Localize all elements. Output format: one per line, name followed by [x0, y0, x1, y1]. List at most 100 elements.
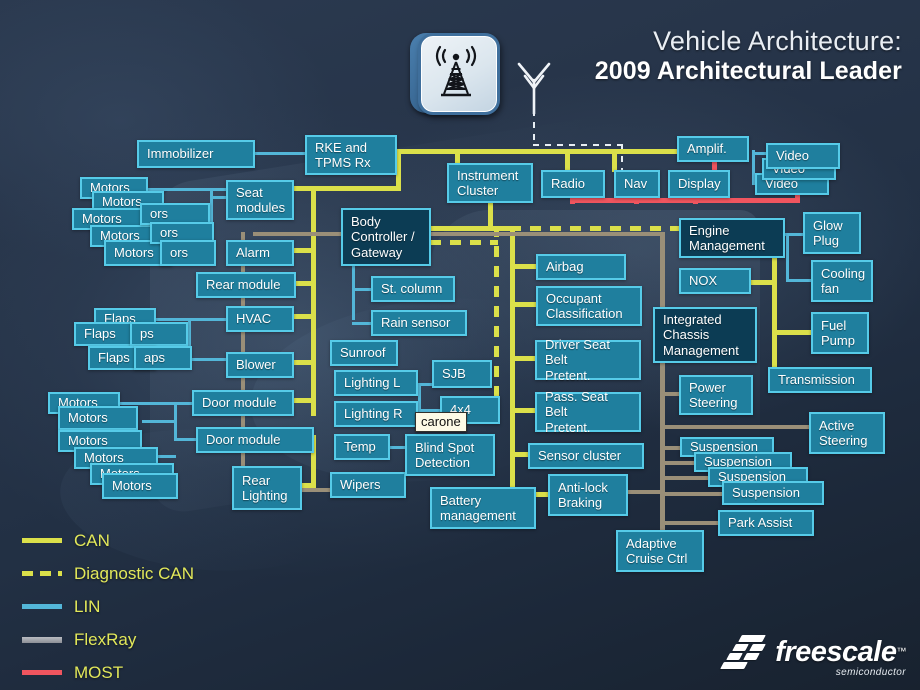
node-label: Motors — [68, 410, 108, 426]
motors-cluster-bottom-item[interactable]: Motors — [58, 406, 138, 430]
node-batterymgmt[interactable]: Battery management — [430, 487, 536, 529]
legend-lin-label: LIN — [74, 596, 101, 616]
node-label: Battery management — [440, 492, 516, 523]
node-passbelt[interactable]: Pass. Seat Belt Pretent. — [535, 389, 641, 435]
lin-engine-vert — [786, 233, 789, 281]
legend-can-label: CAN — [74, 530, 110, 550]
node-label: Motors — [112, 478, 152, 494]
node-label: aps — [144, 350, 165, 366]
node-sensorcluster[interactable]: Sensor cluster — [528, 443, 644, 469]
node-transmission[interactable]: Transmission — [768, 367, 872, 393]
flexray-vertical — [660, 232, 665, 562]
node-display[interactable]: Display — [668, 170, 730, 198]
node-susp1[interactable]: Suspension — [722, 481, 824, 505]
node-label: Cooling fan — [821, 265, 866, 296]
node-airbag[interactable]: Airbag — [536, 254, 626, 280]
node-temp[interactable]: Temp — [334, 434, 390, 460]
node-label: Rain sensor — [381, 315, 451, 331]
node-doormodule1[interactable]: Door module — [192, 390, 294, 416]
flexray-branch-active-steering — [660, 425, 812, 429]
lin-body-rainsensor — [352, 322, 372, 325]
node-amplif[interactable]: Amplif. — [677, 136, 749, 162]
node-instcluster[interactable]: Instrument Cluster — [447, 163, 533, 203]
node-sunroof[interactable]: Sunroof — [330, 340, 398, 366]
node-blindspot[interactable]: Blind Spot Detection — [405, 434, 495, 476]
node-label: Glow Plug — [813, 217, 843, 248]
node-bodyctrl[interactable]: Body Controller / Gateway — [341, 208, 431, 266]
node-occupant[interactable]: Occupant Classification — [536, 286, 642, 326]
node-nav[interactable]: Nav — [614, 170, 660, 198]
node-radio[interactable]: Radio — [541, 170, 605, 198]
flaps-cluster-item[interactable]: ps — [130, 322, 188, 346]
node-hvac[interactable]: HVAC — [226, 306, 294, 332]
node-immobilizer[interactable]: Immobilizer — [137, 140, 255, 168]
node-fuelpump[interactable]: Fuel Pump — [811, 312, 869, 354]
node-rearmodule[interactable]: Rear module — [196, 272, 296, 298]
node-label: RKE and TPMS Rx — [315, 139, 371, 170]
lin-temp-blindspot — [390, 446, 406, 449]
node-lightingl[interactable]: Lighting L — [334, 370, 418, 396]
node-label: Radio — [551, 176, 585, 192]
legend-flexray-label: FlexRay — [74, 629, 137, 649]
freescale-logo: freescale™ semiconductor — [720, 634, 907, 678]
node-driverbelt[interactable]: Driver Seat Belt Pretent. — [535, 337, 641, 383]
motors-cluster-top-item[interactable]: ors — [160, 240, 216, 266]
slide-canvas: Vehicle Architecture: 2009 Architectural… — [0, 0, 920, 690]
node-label: ps — [140, 326, 154, 342]
bus-legend: CAN Diagnostic CAN LIN FlexRay MOST — [22, 524, 194, 689]
node-rearlighting[interactable]: Rear Lighting — [232, 466, 302, 510]
node-label: Active Steering — [819, 417, 868, 448]
node-rke[interactable]: RKE and TPMS Rx — [305, 135, 397, 175]
node-adaptivecc[interactable]: Adaptive Cruise Ctrl — [616, 530, 704, 572]
node-rainsensor[interactable]: Rain sensor — [371, 310, 467, 336]
logo-tm: ™ — [896, 646, 907, 658]
node-label: Nav — [624, 176, 648, 192]
node-video1[interactable]: Video — [766, 143, 840, 169]
can-inst-cluster-drop — [488, 203, 493, 227]
node-label: Blower — [236, 357, 276, 373]
node-label: Flaps — [84, 326, 116, 342]
node-label: Anti-lock Braking — [558, 479, 608, 510]
node-coolingfan[interactable]: Cooling fan — [811, 260, 873, 302]
legend-flexray: FlexRay — [22, 623, 194, 656]
motors-cluster-bottom-item[interactable]: Motors — [102, 473, 178, 499]
node-wipers[interactable]: Wipers — [330, 472, 406, 498]
most-bus-trunk — [570, 198, 800, 203]
node-sjb[interactable]: SJB — [432, 360, 492, 388]
can-branch-driver-belt — [510, 356, 538, 361]
node-activesteer[interactable]: Active Steering — [809, 412, 885, 454]
node-stcolumn[interactable]: St. column — [371, 276, 455, 302]
flexray-branch-antilock — [628, 490, 662, 494]
node-label: Adaptive Cruise Ctrl — [626, 535, 688, 566]
node-label: Occupant Classification — [546, 290, 623, 321]
node-label: Door module — [206, 432, 281, 448]
node-label: Fuel Pump — [821, 317, 855, 348]
lin-engine-coolingfan — [786, 279, 812, 282]
node-chassismgmt[interactable]: Integrated Chassis Management — [653, 307, 757, 363]
node-label: Integrated Chassis Management — [663, 312, 739, 358]
legend-can: CAN — [22, 524, 194, 557]
node-glowplug[interactable]: Glow Plug — [803, 212, 861, 254]
node-seatmodules[interactable]: Seat modules — [226, 180, 294, 220]
can-branch-occupant — [510, 302, 538, 307]
legend-lin-swatch — [22, 604, 62, 609]
node-lightingr[interactable]: Lighting R — [334, 401, 418, 427]
node-nox[interactable]: NOX — [679, 268, 751, 294]
node-blower[interactable]: Blower — [226, 352, 294, 378]
node-doormodule2[interactable]: Door module — [196, 427, 314, 453]
radio-tower-icon-face — [418, 33, 500, 115]
node-powersteer[interactable]: Power Steering — [679, 375, 753, 415]
antenna-dashed-drop — [533, 110, 535, 145]
can-branch-alarm — [294, 248, 316, 253]
node-enginemgmt[interactable]: Engine Management — [679, 218, 785, 258]
flaps-cluster-item[interactable]: aps — [134, 346, 192, 370]
antenna-dashed-run — [533, 144, 623, 146]
node-parkassist[interactable]: Park Assist — [718, 510, 814, 536]
node-antilock[interactable]: Anti-lock Braking — [548, 474, 628, 516]
logo-word: freescale — [775, 636, 897, 668]
can-branch-fuel-pump — [772, 330, 812, 335]
node-alarm[interactable]: Alarm — [226, 240, 294, 266]
lin-body-stcolumn — [352, 288, 372, 291]
diagnostic-can-vertical — [494, 226, 499, 416]
node-label: Motors — [114, 245, 154, 261]
